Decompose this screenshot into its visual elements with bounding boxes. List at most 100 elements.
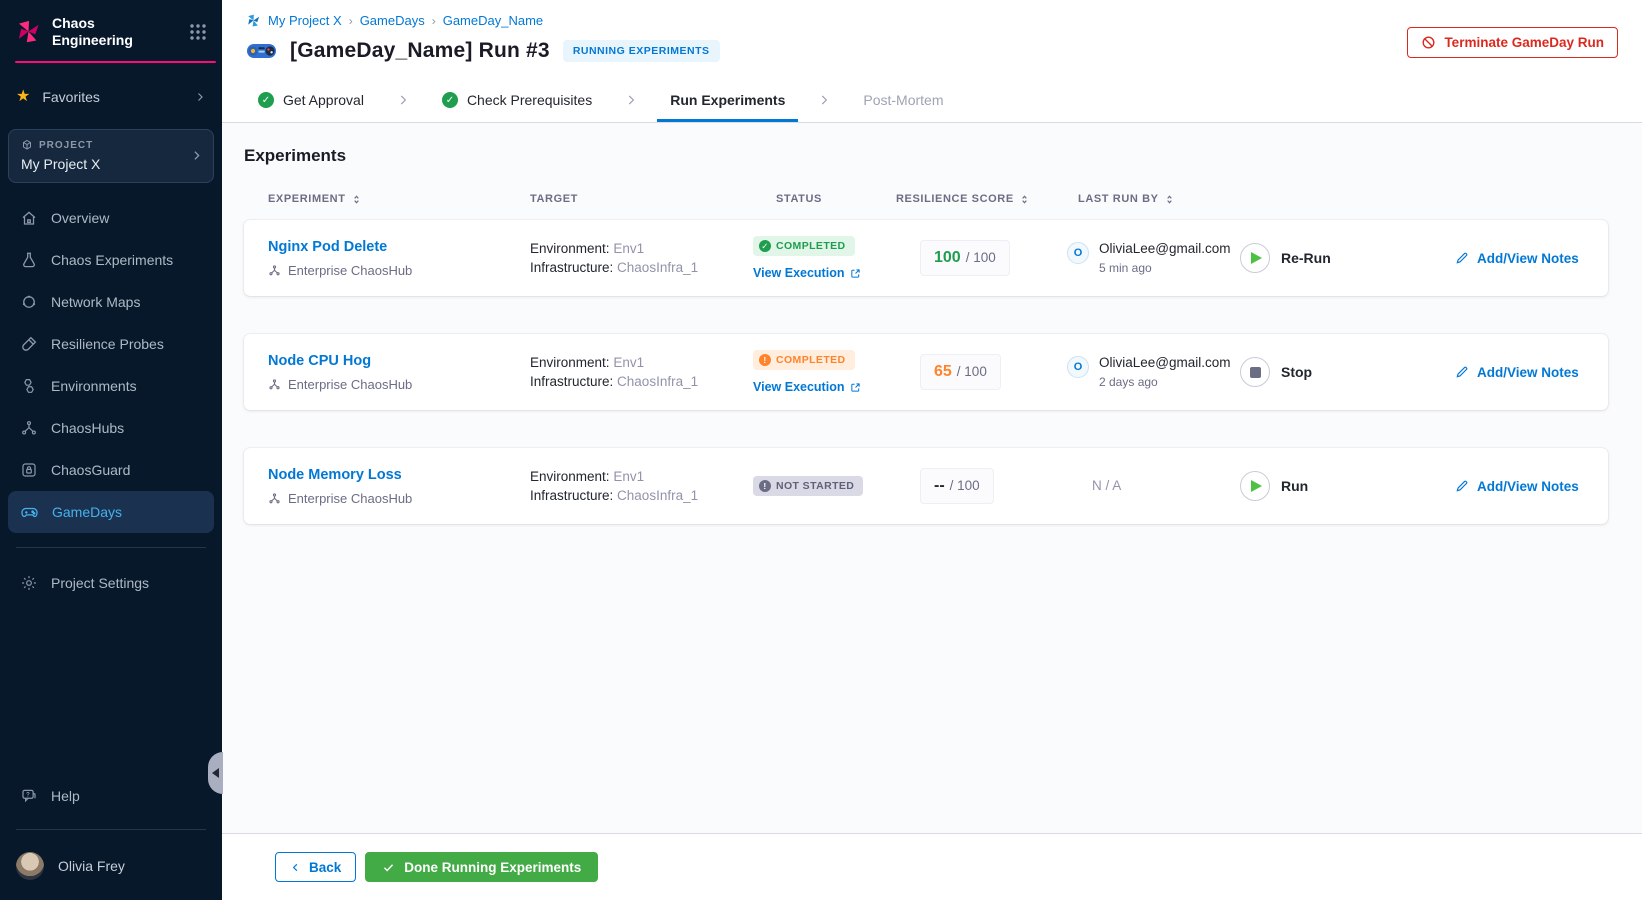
sidebar-item-chaoshubs[interactable]: ChaosHubs	[8, 407, 214, 449]
infrastructure-value: ChaosInfra_1	[617, 488, 699, 503]
column-label: EXPERIMENT	[268, 193, 346, 205]
external-link-icon	[851, 382, 861, 392]
step-label: Run Experiments	[670, 92, 786, 108]
chevron-left-icon	[292, 863, 298, 871]
action-cell: Re-Run	[1240, 243, 1455, 273]
action-label: Re-Run	[1281, 250, 1331, 266]
sidebar-item-environments[interactable]: Environments	[8, 365, 214, 407]
nav-label: GameDays	[52, 504, 123, 521]
breadcrumb-module-icon	[248, 14, 260, 27]
notes-label: Add/View Notes	[1477, 250, 1579, 266]
experiment-name-link[interactable]: Node Memory Loss	[268, 467, 402, 483]
terminate-gameday-button[interactable]: Terminate GameDay Run	[1407, 27, 1618, 58]
nav-label: Resilience Probes	[51, 336, 164, 353]
view-execution-link[interactable]: View Execution	[753, 266, 896, 280]
pencil-icon	[1456, 480, 1468, 492]
breadcrumb-gamedays-link[interactable]: GameDays	[360, 13, 425, 28]
add-view-notes-link[interactable]: Add/View Notes	[1455, 251, 1608, 266]
breadcrumb-gameday-link[interactable]: GameDay_Name	[443, 13, 543, 28]
target-cell: Environment: Env1 Infrastructure: ChaosI…	[530, 467, 753, 505]
notes-label: Add/View Notes	[1477, 478, 1579, 494]
re-run-button[interactable]: Re-Run	[1240, 243, 1331, 273]
sidebar-item-chaosguard[interactable]: ChaosGuard	[8, 449, 214, 491]
add-view-notes-link[interactable]: Add/View Notes	[1455, 365, 1608, 380]
notes-cell: Add/View Notes	[1455, 365, 1608, 380]
step-label: Check Prerequisites	[466, 92, 593, 108]
pencil-icon	[1456, 252, 1468, 264]
score-max: / 100	[949, 478, 980, 493]
status-badge-completed-warning: ! COMPLETED	[753, 350, 855, 370]
sort-icon[interactable]	[1019, 194, 1030, 205]
sidebar-item-project-settings[interactable]: Project Settings	[8, 562, 214, 604]
sidebar-collapse-handle[interactable]	[208, 752, 223, 794]
chevron-separator: ›	[348, 13, 353, 28]
tab-check-prerequisites[interactable]: ✓ Check Prerequisites	[436, 78, 598, 122]
view-execution-link[interactable]: View Execution	[753, 380, 896, 394]
project-kicker-label: PROJECT	[39, 139, 94, 151]
nav-label: Chaos Experiments	[51, 252, 174, 269]
add-view-notes-link[interactable]: Add/View Notes	[1455, 479, 1608, 494]
sidebar-item-resilience-probes[interactable]: Resilience Probes	[8, 323, 214, 365]
resilience-score-box: 100 / 100	[920, 240, 1010, 276]
nav-label: ChaosHubs	[51, 420, 125, 437]
nav-label: ChaosGuard	[51, 462, 131, 479]
sort-icon[interactable]	[1164, 194, 1175, 205]
score-max: / 100	[956, 364, 987, 379]
sort-icon[interactable]	[351, 194, 362, 205]
column-label: TARGET	[530, 193, 579, 205]
hub-name: Enterprise ChaosHub	[288, 491, 413, 506]
experiment-cell: Node CPU Hog Enterprise ChaosHub	[268, 352, 530, 392]
status-text: COMPLETED	[776, 354, 846, 366]
user-menu[interactable]: Olivia Frey	[0, 842, 222, 900]
project-selector[interactable]: PROJECT My Project X	[8, 129, 214, 184]
table-header: EXPERIMENT TARGET STATUS RESILIENCE SCOR…	[244, 193, 1608, 205]
view-execution-label: View Execution	[753, 266, 845, 281]
run-button[interactable]: Run	[1240, 471, 1308, 501]
last-run-cell: O OliviaLee@gmail.com 5 min ago	[1067, 241, 1240, 275]
stop-button[interactable]: Stop	[1240, 357, 1312, 387]
tab-run-experiments[interactable]: Run Experiments	[657, 78, 799, 122]
experiment-name-link[interactable]: Nginx Pod Delete	[268, 239, 387, 255]
table-row: Nginx Pod Delete Enterprise ChaosHub Env…	[244, 220, 1608, 296]
status-badge-not-started: ! NOT STARTED	[753, 476, 864, 496]
table-row: Node CPU Hog Enterprise ChaosHub Environ…	[244, 334, 1608, 410]
status-badge-completed: ✓ COMPLETED	[753, 236, 855, 257]
sidebar-item-help[interactable]: ? Help	[8, 775, 214, 817]
hub-icon	[269, 265, 280, 276]
notes-label: Add/View Notes	[1477, 364, 1579, 380]
tab-get-approval[interactable]: ✓ Get Approval	[252, 78, 370, 122]
sidebar: Chaos Engineering ★ Favorites PROJECT My…	[0, 0, 222, 900]
stop-icon	[1240, 357, 1270, 387]
page-title: [GameDay_Name] Run #3	[290, 39, 550, 62]
notes-cell: Add/View Notes	[1455, 251, 1608, 266]
last-run-cell: O OliviaLee@gmail.com 2 days ago	[1067, 355, 1240, 389]
sidebar-divider	[16, 547, 206, 549]
done-running-experiments-button[interactable]: Done Running Experiments	[365, 852, 599, 882]
check-icon	[384, 863, 394, 871]
experiment-name-link[interactable]: Node CPU Hog	[268, 353, 371, 369]
infrastructure-value: ChaosInfra_1	[617, 374, 699, 389]
environment-label: Environment:	[530, 355, 610, 370]
back-button[interactable]: Back	[275, 852, 357, 882]
environment-label: Environment:	[530, 241, 610, 256]
sidebar-item-gamedays[interactable]: GameDays	[8, 491, 214, 534]
project-name: My Project X	[21, 156, 101, 173]
avatar: O	[1067, 356, 1089, 378]
environment-value: Env1	[613, 355, 645, 370]
module-grid-icon[interactable]	[186, 20, 210, 44]
tab-post-mortem[interactable]: Post-Mortem	[857, 78, 949, 122]
network-map-icon	[22, 295, 36, 308]
column-label: STATUS	[776, 193, 822, 205]
section-title: Experiments	[244, 146, 347, 165]
sidebar-header: Chaos Engineering	[0, 0, 222, 61]
sidebar-item-chaos-experiments[interactable]: Chaos Experiments	[8, 239, 214, 281]
sidebar-item-favorites[interactable]: ★ Favorites	[0, 75, 222, 119]
breadcrumb-project-link[interactable]: My Project X	[268, 13, 342, 28]
sidebar-item-network-maps[interactable]: Network Maps	[8, 281, 214, 323]
play-icon	[1240, 471, 1270, 501]
environment-value: Env1	[613, 241, 645, 256]
nav-label: Help	[51, 788, 80, 804]
nav-label: Network Maps	[51, 294, 141, 311]
column-header-last-run-by: LAST RUN BY	[1067, 193, 1240, 205]
sidebar-item-overview[interactable]: Overview	[8, 197, 214, 239]
